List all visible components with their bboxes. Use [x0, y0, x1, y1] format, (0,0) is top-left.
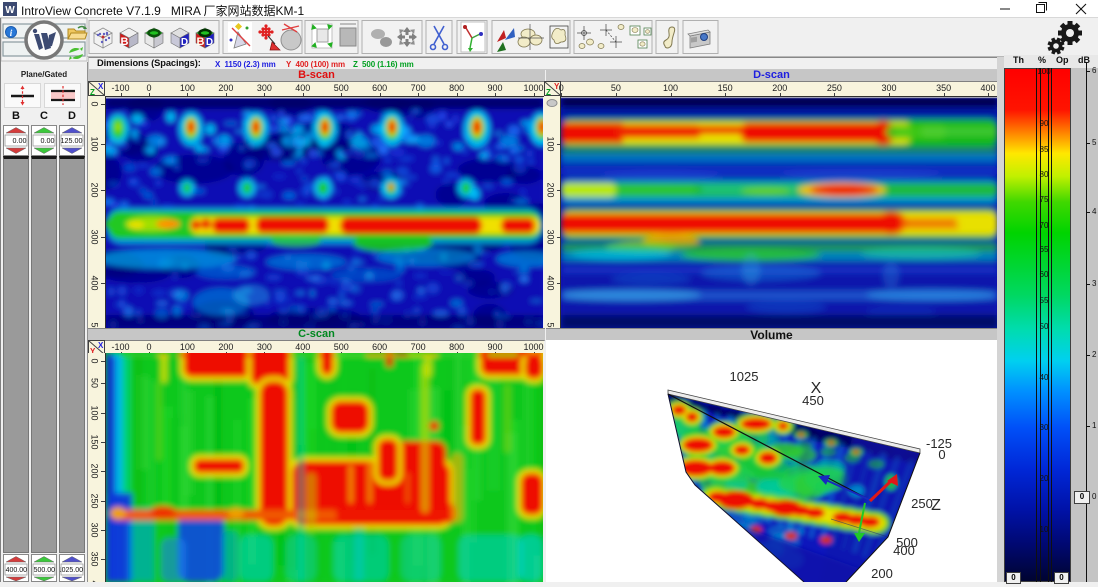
svg-text:D: D [206, 37, 213, 48]
svg-text:Z: Z [90, 88, 95, 95]
svg-text:-125.00: -125.00 [60, 136, 83, 145]
svg-text:400: 400 [893, 543, 915, 558]
svg-text:0.00: 0.00 [13, 136, 27, 145]
svg-text:Z: Z [931, 497, 941, 514]
svg-text:0.00: 0.00 [41, 136, 55, 145]
svg-text:400.00: 400.00 [6, 567, 28, 574]
svg-text:450: 450 [802, 393, 824, 408]
svg-text:W: W [5, 5, 15, 16]
svg-text:1025: 1025 [730, 369, 759, 384]
svg-text:250: 250 [911, 496, 933, 511]
svg-text:D: D [181, 37, 188, 48]
svg-text:1025.00: 1025.00 [60, 567, 83, 574]
svg-text:0: 0 [938, 447, 945, 462]
svg-text:200: 200 [871, 566, 893, 581]
svg-text:500.00: 500.00 [34, 567, 56, 574]
svg-text:B: B [121, 36, 129, 48]
svg-text:B: B [197, 36, 205, 48]
